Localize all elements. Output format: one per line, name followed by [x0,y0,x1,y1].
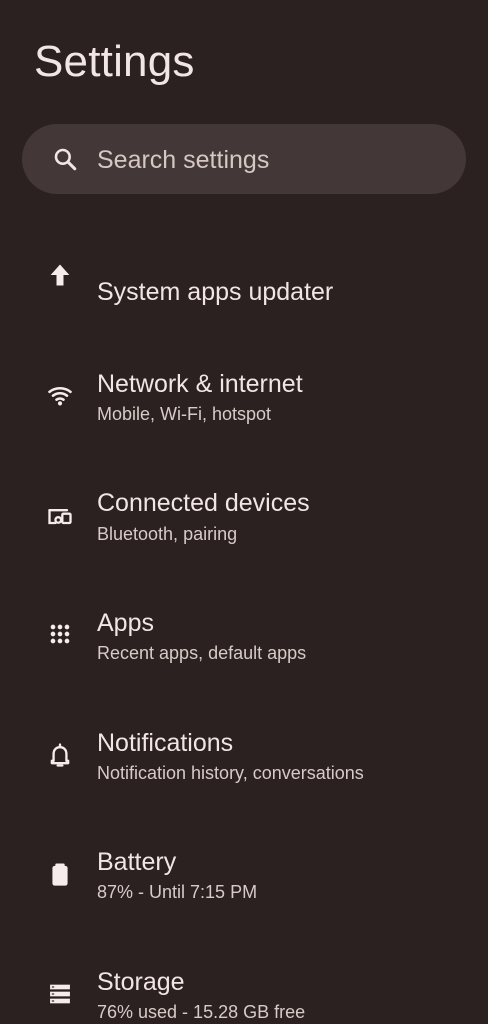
settings-item-apps[interactable]: Apps Recent apps, default apps [0,596,488,692]
settings-item-title: Battery [97,848,177,876]
settings-item-storage[interactable]: Storage 76% used - 15.28 GB free [0,956,488,1024]
settings-item-subtitle: 76% used - 15.28 GB free [97,1002,306,1022]
settings-item-title: Connected devices [97,489,310,517]
settings-item-network-internet[interactable]: Network & internet Mobile, Wi-Fi, hotspo… [0,356,488,452]
settings-item-subtitle: Mobile, Wi-Fi, hotspot [97,404,272,424]
wifi-icon [46,381,74,409]
settings-item-title: Storage [97,968,185,996]
settings-item-title: Apps [97,609,154,637]
settings-item-subtitle: Bluetooth, pairing [97,524,238,544]
settings-list: System apps updater Network & internet M… [0,0,488,1024]
settings-item-subtitle: Recent apps, default apps [97,643,307,663]
devices-icon [46,502,74,530]
settings-screen: Settings Search settings System apps upd… [0,0,488,1024]
settings-item-system-apps-updater[interactable]: System apps updater [0,249,488,345]
settings-item-title: Network & internet [97,370,303,398]
arrow-up-icon [46,261,74,289]
settings-item-title: System apps updater [97,278,334,306]
settings-item-battery[interactable]: Battery 87% - Until 7:15 PM [0,836,488,932]
settings-item-subtitle: 87% - Until 7:15 PM [97,882,258,902]
apps-grid-icon [46,620,74,648]
settings-item-connected-devices[interactable]: Connected devices Bluetooth, pairing [0,476,488,572]
battery-icon [46,860,74,888]
storage-icon [46,980,74,1008]
settings-item-subtitle: Notification history, conversations [97,763,364,783]
settings-item-notifications[interactable]: Notifications Notification history, conv… [0,716,488,812]
bell-icon [46,741,74,769]
settings-item-title: Notifications [97,729,234,757]
